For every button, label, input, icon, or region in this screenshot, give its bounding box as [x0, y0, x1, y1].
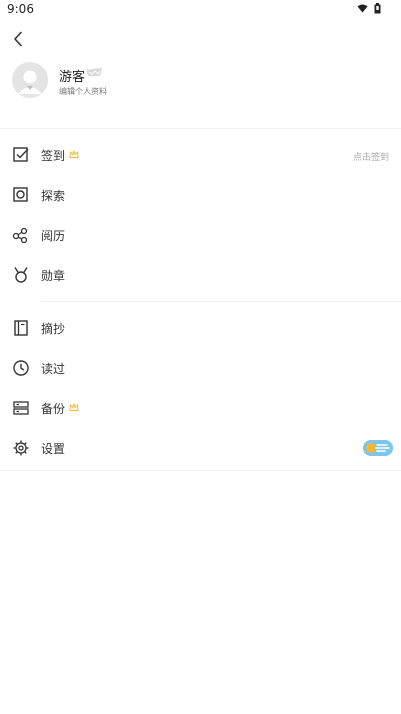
crown-icon [69, 150, 79, 158]
status-icons [357, 3, 381, 14]
nodes-icon [12, 227, 28, 244]
menu-item-read[interactable]: 读过 [0, 348, 401, 388]
menu-label: 勋章 [41, 269, 66, 283]
crown-icon [69, 403, 79, 411]
checkbox-icon [13, 147, 29, 162]
medal-icon [14, 267, 28, 283]
notebook-icon [14, 320, 28, 336]
status-bar: 9:06 [0, 0, 401, 20]
status-time: 9:06 [7, 2, 34, 16]
battery-icon [374, 3, 381, 14]
avatar[interactable] [12, 62, 48, 98]
menu-label: 探索 [41, 189, 66, 203]
menu-item-settings[interactable]: 设置 [0, 428, 401, 468]
menu-item-history[interactable]: 阅历 [0, 215, 401, 255]
theme-toggle[interactable] [363, 440, 393, 456]
clock-icon [13, 360, 29, 376]
chevron-left-icon [14, 31, 22, 47]
menu-label: 阅历 [41, 229, 66, 243]
menu-item-checkin[interactable]: 签到 点击签到 [0, 135, 401, 175]
section-divider [0, 470, 401, 471]
section-divider [0, 128, 401, 129]
menu-item-backup[interactable]: 备份 [0, 388, 401, 428]
square-target-icon [13, 187, 28, 202]
menu-label: 备份 [41, 402, 66, 416]
menu-item-explore[interactable]: 探索 [0, 175, 401, 215]
menu-label: 签到 [41, 149, 66, 163]
wifi-icon [357, 4, 368, 13]
checkin-hint[interactable]: 点击签到 [353, 150, 389, 163]
profile-header[interactable]: 游客 编辑个人资料 [12, 62, 392, 102]
back-button[interactable] [8, 28, 28, 50]
gear-icon [13, 440, 29, 456]
section-divider [41, 301, 401, 302]
sun-cloud-icon [363, 440, 393, 456]
menu-label: 设置 [41, 442, 66, 456]
edit-profile-link[interactable]: 编辑个人资料 [59, 86, 107, 97]
menu-item-medals[interactable]: 勋章 [0, 255, 401, 295]
menu-item-excerpts[interactable]: 摘抄 [0, 308, 401, 348]
server-icon [13, 401, 29, 415]
menu-label: 摘抄 [41, 322, 66, 336]
menu-label: 读过 [41, 362, 66, 376]
profile-name: 游客 [59, 70, 86, 85]
default-avatar-icon [12, 62, 48, 98]
vip-badge-icon [86, 68, 102, 76]
